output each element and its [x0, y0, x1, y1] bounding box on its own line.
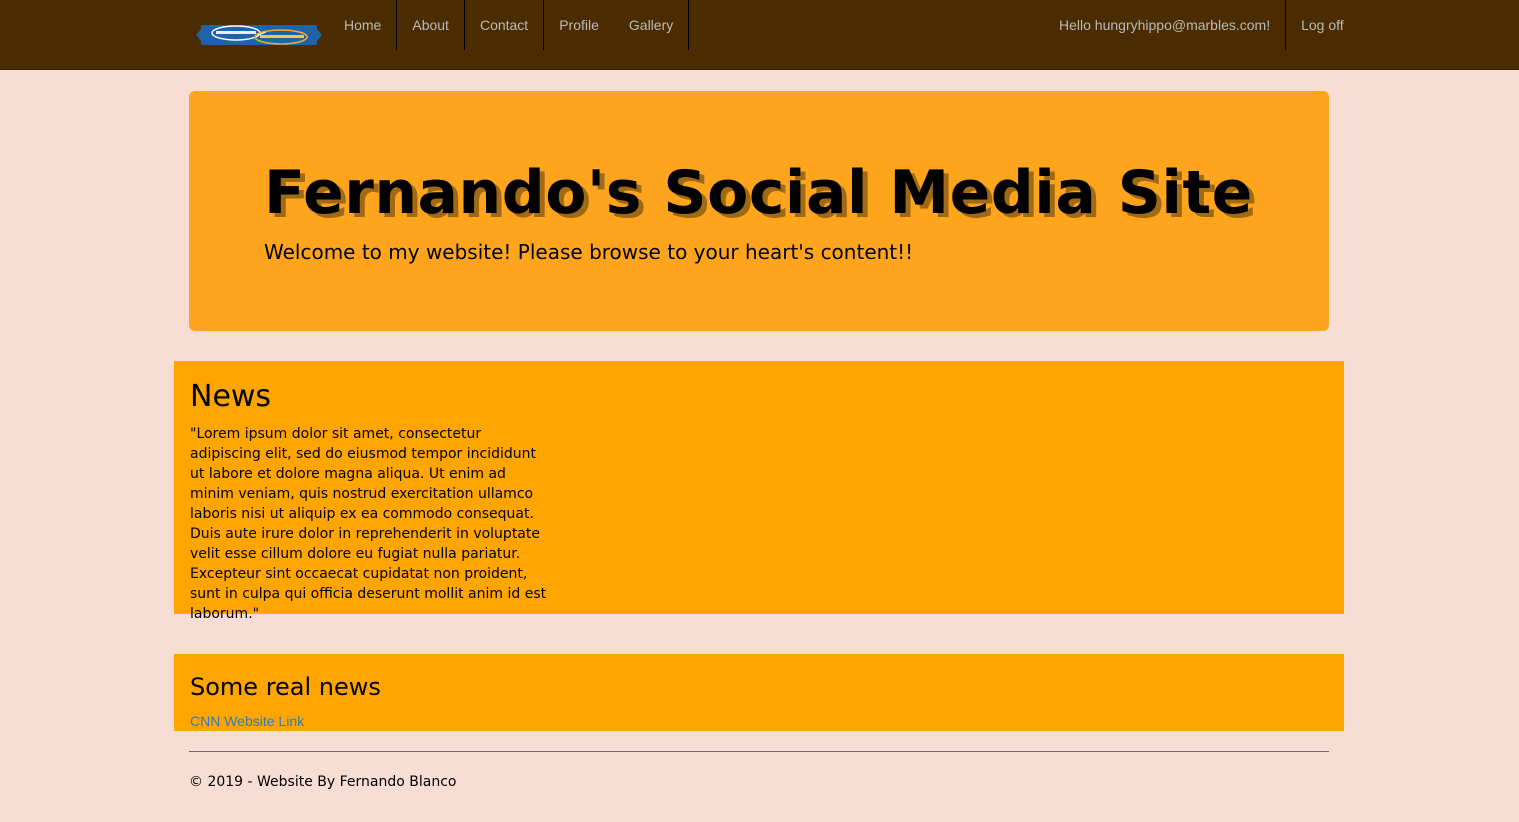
- footer-copyright: © 2019 - Website By Fernando Blanco: [189, 774, 457, 790]
- user-greeting-link[interactable]: Hello hungryhippo@marbles.com!: [1044, 0, 1287, 50]
- news-body-text: "Lorem ipsum dolor sit amet, consectetur…: [190, 426, 547, 622]
- account-nav: Hello hungryhippo@marbles.com! Log off: [1044, 0, 1359, 50]
- nav-home-link[interactable]: Home: [329, 0, 398, 50]
- nav-gallery-link[interactable]: Gallery: [614, 0, 690, 50]
- logoff-link[interactable]: Log off: [1286, 0, 1359, 50]
- top-navbar: Home About Contact Profile Gallery Hello…: [0, 0, 1519, 70]
- news-section: News "Lorem ipsum dolor sit amet, consec…: [174, 361, 1344, 622]
- nav-about-link[interactable]: About: [397, 0, 465, 50]
- real-news-heading: Some real news: [190, 673, 381, 701]
- hero-jumbotron: Fernando's Social Media Site Welcome to …: [189, 91, 1329, 331]
- site-logo[interactable]: [196, 22, 322, 48]
- main-nav: Home About Contact Profile Gallery: [329, 0, 690, 50]
- site-title: Fernando's Social Media Site: [264, 158, 1253, 228]
- news-heading: News: [190, 379, 272, 414]
- cnn-website-link[interactable]: CNN Website Link: [190, 712, 304, 730]
- nav-contact-link[interactable]: Contact: [465, 0, 545, 50]
- welcome-text: Welcome to my website! Please browse to …: [264, 240, 914, 264]
- footer-divider: [189, 751, 1329, 752]
- nav-profile-link[interactable]: Profile: [544, 0, 614, 50]
- real-news-section: Some real news CNN Website Link: [174, 654, 1344, 731]
